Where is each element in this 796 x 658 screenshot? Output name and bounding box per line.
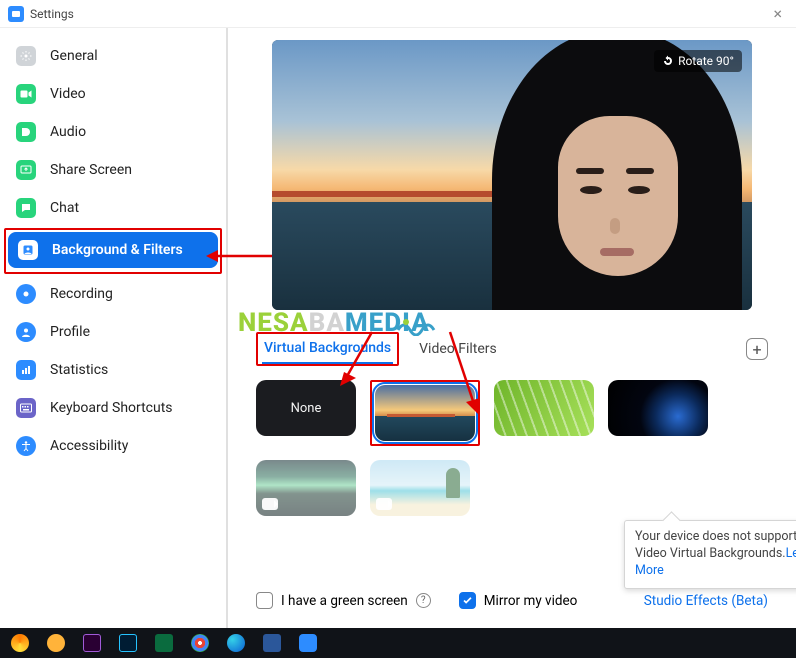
rotate-icon [662,55,674,67]
taskbar-app[interactable] [292,631,324,655]
sidebar-item-background-filters[interactable]: Background & Filters [8,232,218,268]
sidebar-item-label: Accessibility [50,438,128,454]
accessibility-icon [16,436,36,456]
sidebar-item-keyboard-shortcuts[interactable]: Keyboard Shortcuts [6,390,220,426]
audio-icon [16,122,36,142]
mirror-video-checkbox[interactable] [459,592,476,609]
gear-icon [16,46,36,66]
sidebar-item-label: Background & Filters [52,242,183,258]
settings-content: Rotate 90° NESABAMEDIA Virtual Backgroun… [228,28,796,628]
taskbar-app[interactable] [112,631,144,655]
taskbar-app[interactable] [76,631,108,655]
sidebar-item-share-screen[interactable]: Share Screen [6,152,220,188]
taskbar-app[interactable] [4,631,36,655]
background-option-grass[interactable] [494,380,594,436]
titlebar: Settings × [0,0,796,28]
sidebar-item-label: Recording [50,286,113,302]
rotate-label: Rotate 90° [678,54,734,68]
settings-sidebar: General Video Audio Share Screen Chat Ba… [0,28,228,628]
background-option-golden-gate[interactable] [375,385,475,441]
sidebar-item-label: Share Screen [50,162,132,178]
taskbar-app[interactable] [148,631,180,655]
video-badge-icon [376,498,392,510]
zoom-app-icon [8,6,24,22]
sidebar-item-label: Profile [50,324,90,340]
tab-virtual-backgrounds[interactable]: Virtual Backgrounds [262,334,393,364]
sidebar-item-label: Audio [50,124,86,140]
green-screen-checkbox[interactable] [256,592,273,609]
recording-icon [16,284,36,304]
background-thumbnails: None [256,380,736,516]
background-option-aurora[interactable] [256,460,356,516]
background-icon [18,240,38,260]
sidebar-item-accessibility[interactable]: Accessibility [6,428,220,464]
background-option-beach[interactable] [370,460,470,516]
camera-preview: Rotate 90° [272,40,752,310]
background-option-none[interactable]: None [256,380,356,436]
mirror-video-label: Mirror my video [484,593,578,609]
video-badge-icon [262,498,278,510]
sidebar-item-statistics[interactable]: Statistics [6,352,220,388]
taskbar-app[interactable] [184,631,216,655]
studio-effects-link[interactable]: Studio Effects (Beta) [644,593,768,609]
sidebar-item-label: Keyboard Shortcuts [50,400,173,416]
sidebar-item-recording[interactable]: Recording [6,276,220,312]
profile-icon [16,322,36,342]
statistics-icon [16,360,36,380]
green-screen-label: I have a green screen [281,593,408,609]
help-icon[interactable]: ? [416,593,431,608]
sidebar-item-audio[interactable]: Audio [6,114,220,150]
tab-video-filters[interactable]: Video Filters [417,335,499,363]
sidebar-item-profile[interactable]: Profile [6,314,220,350]
annotation-highlight [370,380,480,446]
sidebar-item-label: Statistics [50,362,108,378]
windows-taskbar [0,628,796,658]
taskbar-app[interactable] [220,631,252,655]
close-button[interactable]: × [767,4,788,23]
sidebar-item-video[interactable]: Video [6,76,220,112]
sidebar-item-label: Chat [50,200,79,216]
add-background-button[interactable]: + [746,338,768,360]
chat-icon [16,198,36,218]
video-icon [16,84,36,104]
tooltip-text: Your device does not support Video Virtu… [635,529,796,561]
taskbar-app[interactable] [40,631,72,655]
annotation-highlight: Virtual Backgrounds [256,332,399,366]
sidebar-item-label: General [50,48,98,64]
sidebar-item-label: Video [50,86,86,102]
window-title: Settings [30,7,74,21]
options-row: I have a green screen ? Mirror my video … [256,592,768,609]
rotate-90-button[interactable]: Rotate 90° [654,50,742,72]
taskbar-app[interactable] [256,631,288,655]
background-option-earth[interactable] [608,380,708,436]
sidebar-item-chat[interactable]: Chat [6,190,220,226]
keyboard-icon [16,398,36,418]
background-tabs: Virtual Backgrounds Video Filters + [256,332,768,366]
unsupported-tooltip: Your device does not support Video Virtu… [624,520,796,589]
share-screen-icon [16,160,36,180]
sidebar-item-general[interactable]: General [6,38,220,74]
annotation-highlight: Background & Filters [4,228,222,274]
